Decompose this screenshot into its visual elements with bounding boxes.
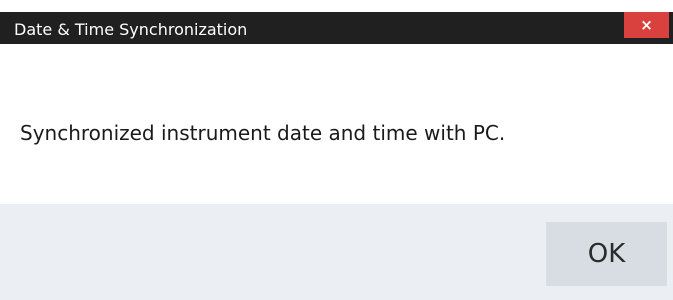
dialog: Date & Time Synchronization × Synchroniz… bbox=[0, 0, 673, 300]
close-icon: × bbox=[640, 16, 653, 34]
close-button[interactable]: × bbox=[624, 12, 669, 38]
ok-button[interactable]: OK bbox=[546, 222, 667, 286]
title-bar: Date & Time Synchronization × bbox=[0, 0, 673, 44]
dialog-message: Synchronized instrument date and time wi… bbox=[20, 121, 506, 145]
dialog-title: Date & Time Synchronization bbox=[14, 20, 248, 39]
